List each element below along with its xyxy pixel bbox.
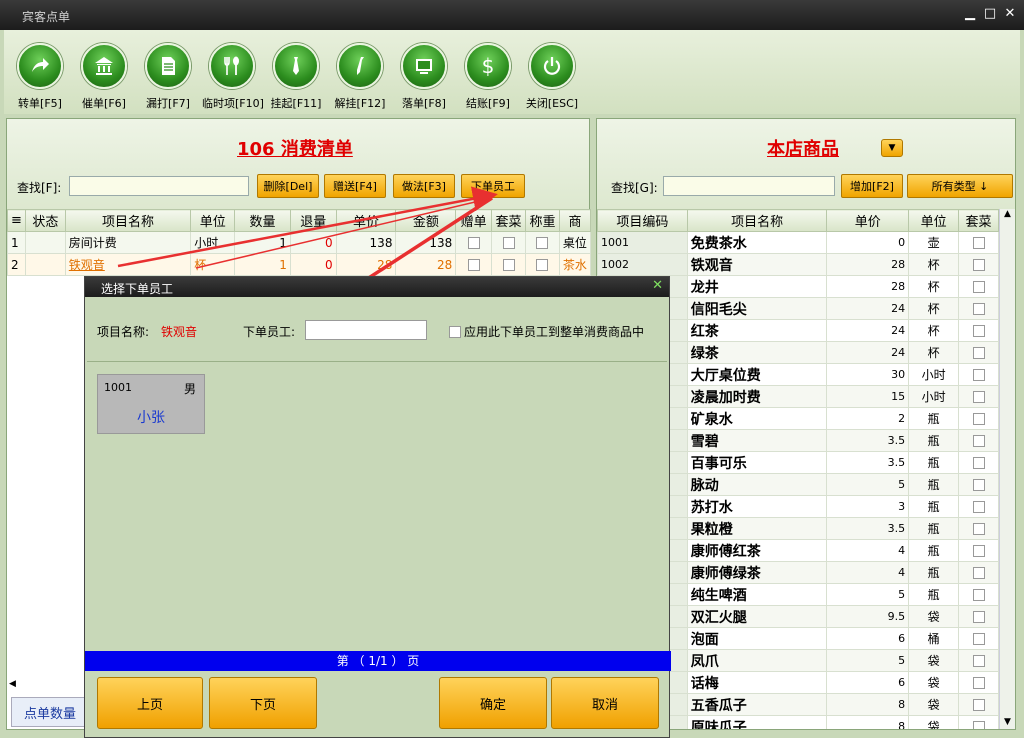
select-staff-dialog: 选择下单员工 ✕ 项目名称: 铁观音 下单员工: 应用此下单员工到整单消费商品中…	[84, 276, 671, 738]
prev-page-button[interactable]: 上页	[97, 677, 203, 729]
staff-list-area: 1001 男 小张	[87, 361, 667, 651]
staff-name: 小张	[137, 410, 165, 426]
confirm-button[interactable]: 确定	[439, 677, 547, 729]
staff-input[interactable]	[305, 320, 427, 340]
main-window: 宾客点单 ▁ □ ✕ 转单[F5] 催单[F6] 漏打[F7] 临时项[F10]…	[0, 0, 1024, 738]
apply-all-checkbox[interactable]	[449, 325, 461, 338]
dialog-close-icon[interactable]: ✕	[652, 278, 663, 293]
dialog-title: 选择下单员工	[101, 282, 174, 296]
item-name-label: 项目名称:	[97, 325, 150, 339]
arrow-line	[195, 197, 493, 269]
staff-gender: 男	[183, 382, 196, 396]
apply-all-label: 应用此下单员工到整单消费商品中	[464, 325, 645, 339]
staff-label: 下单员工:	[243, 325, 296, 339]
page-indicator: 第 （ 1/1 ） 页	[85, 651, 671, 671]
staff-code: 1001	[104, 381, 132, 394]
next-page-button[interactable]: 下页	[209, 677, 317, 729]
arrow-to-staff-button	[117, 186, 498, 268]
cancel-button[interactable]: 取消	[551, 677, 659, 729]
item-name-value: 铁观音	[161, 325, 198, 339]
staff-card[interactable]: 1001 男 小张	[97, 374, 205, 434]
